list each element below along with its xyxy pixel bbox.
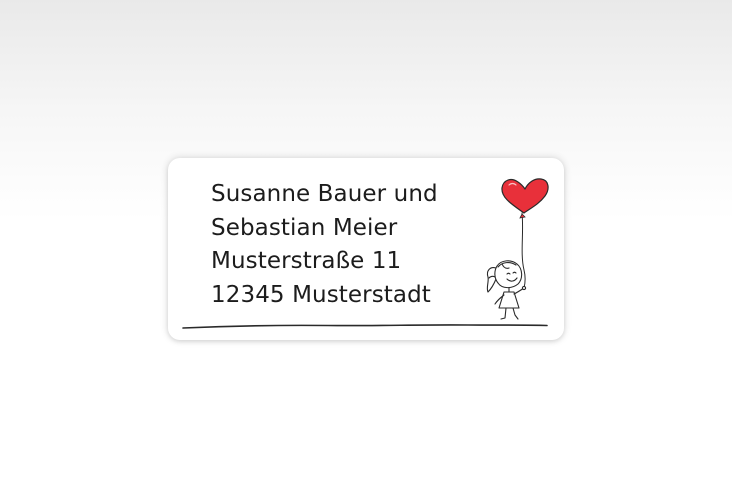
address-line-city: 12345 Musterstadt — [211, 281, 431, 308]
page-background: { "address_label": { "lines": [ "Susanne… — [0, 0, 732, 500]
address-block: Susanne Bauer und Sebastian Meier Muster… — [211, 178, 438, 312]
address-label-card: Susanne Bauer und Sebastian Meier Muster… — [168, 158, 564, 340]
balloon-string-icon — [521, 212, 526, 289]
address-line-street: Musterstraße 11 — [211, 248, 402, 274]
girl-figure-icon — [486, 260, 527, 320]
address-line-name-2: Sebastian Meier — [211, 214, 398, 241]
ground-line-icon — [182, 324, 548, 329]
address-line-name-1: Susanne Bauer und — [211, 181, 438, 207]
heart-balloon-icon — [501, 178, 549, 219]
